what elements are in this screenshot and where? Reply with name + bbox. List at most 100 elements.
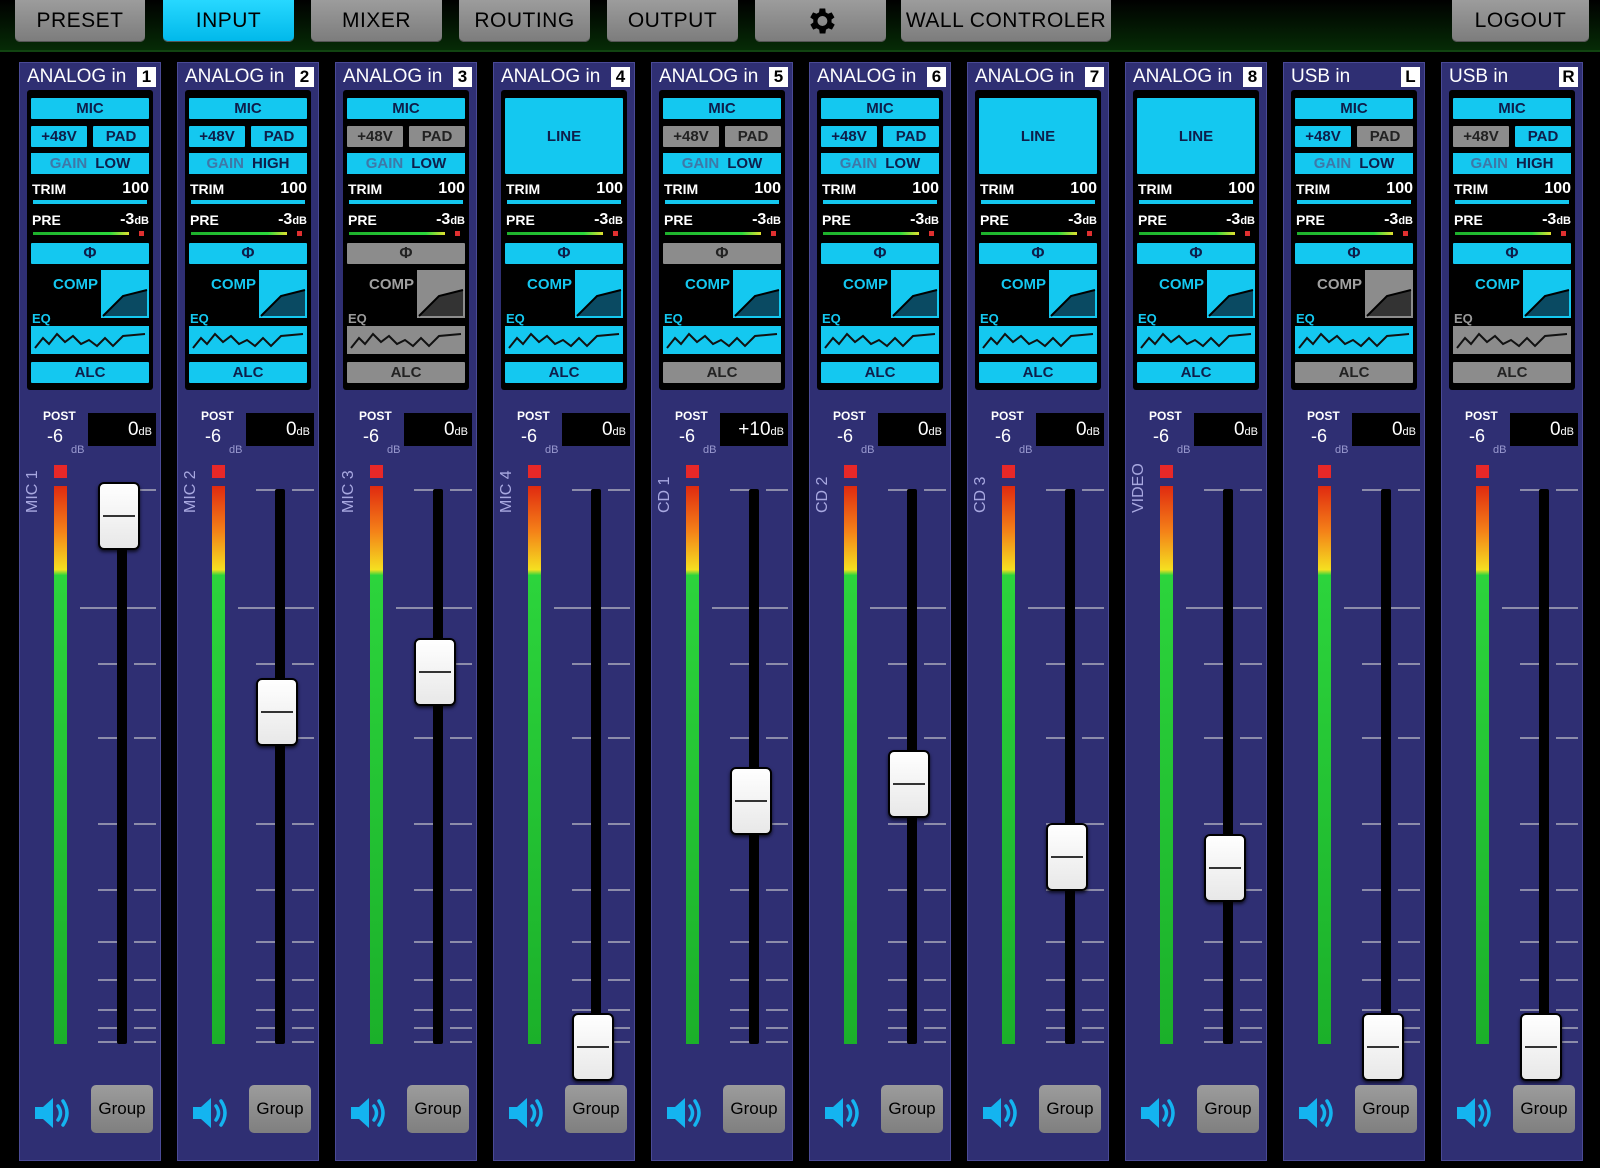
pad-button[interactable]: PAD [725,126,781,147]
eq-curve-button[interactable] [1137,326,1255,354]
group-button[interactable]: Group [1355,1085,1417,1133]
phase-invert-button[interactable]: Φ [31,243,149,264]
settings-button[interactable] [755,0,886,42]
fader-knob[interactable] [1204,834,1246,902]
fader-track[interactable] [1539,489,1549,1044]
gain-range-button[interactable]: GAIN HIGH [189,153,307,174]
group-button[interactable]: Group [565,1085,627,1133]
fader-gain-value[interactable]: 0dB [246,413,314,446]
eq-curve-button[interactable] [31,326,149,354]
mic-mode-button[interactable]: MIC [663,98,781,119]
speaker-mute-icon[interactable] [664,1093,706,1133]
fader-track[interactable] [1223,489,1233,1044]
pad-button[interactable]: PAD [251,126,307,147]
nav-logout-button[interactable]: LOGOUT [1452,0,1589,42]
alc-button[interactable]: ALC [663,362,781,383]
fader-gain-value[interactable]: 0dB [562,413,630,446]
pad-button[interactable]: PAD [1515,126,1571,147]
mic-mode-button[interactable]: MIC [821,98,939,119]
phase-invert-button[interactable]: Φ [189,243,307,264]
line-mode-button[interactable]: LINE [505,98,623,174]
trim-slider[interactable] [665,200,779,204]
alc-button[interactable]: ALC [1295,362,1413,383]
phantom-48v-button[interactable]: +48V [189,126,245,147]
phantom-48v-button[interactable]: +48V [31,126,87,147]
phantom-48v-button[interactable]: +48V [1453,126,1509,147]
alc-button[interactable]: ALC [31,362,149,383]
speaker-mute-icon[interactable] [822,1093,864,1133]
fader-gain-value[interactable]: 0dB [404,413,472,446]
phantom-48v-button[interactable]: +48V [663,126,719,147]
fader-knob[interactable] [414,638,456,706]
gain-range-button[interactable]: GAIN LOW [31,153,149,174]
alc-button[interactable]: ALC [505,362,623,383]
nav-preset-button[interactable]: PRESET [15,0,145,42]
fader-knob[interactable] [98,482,140,550]
trim-slider[interactable] [191,200,305,204]
fader-track[interactable] [275,489,285,1044]
trim-slider[interactable] [33,200,147,204]
trim-slider[interactable] [507,200,621,204]
group-button[interactable]: Group [91,1085,153,1133]
fader-track[interactable] [1381,489,1391,1044]
mic-mode-button[interactable]: MIC [189,98,307,119]
fader-gain-value[interactable]: +10dB [720,413,788,446]
mic-mode-button[interactable]: MIC [31,98,149,119]
fader-track[interactable] [1065,489,1075,1044]
eq-curve-button[interactable] [1453,326,1571,354]
fader-knob[interactable] [730,767,772,835]
speaker-mute-icon[interactable] [32,1093,74,1133]
eq-curve-button[interactable] [821,326,939,354]
speaker-mute-icon[interactable] [1454,1093,1496,1133]
nav-output-button[interactable]: OUTPUT [607,0,738,42]
fader-knob[interactable] [256,678,298,746]
group-button[interactable]: Group [249,1085,311,1133]
gain-range-button[interactable]: GAIN LOW [347,153,465,174]
trim-slider[interactable] [823,200,937,204]
phase-invert-button[interactable]: Φ [821,243,939,264]
group-button[interactable]: Group [1039,1085,1101,1133]
pad-button[interactable]: PAD [93,126,149,147]
phase-invert-button[interactable]: Φ [1295,243,1413,264]
trim-slider[interactable] [1455,200,1569,204]
gain-range-button[interactable]: GAIN HIGH [1453,153,1571,174]
gain-range-button[interactable]: GAIN LOW [821,153,939,174]
gain-range-button[interactable]: GAIN LOW [663,153,781,174]
group-button[interactable]: Group [407,1085,469,1133]
fader-gain-value[interactable]: 0dB [1036,413,1104,446]
mic-mode-button[interactable]: MIC [1453,98,1571,119]
eq-curve-button[interactable] [347,326,465,354]
line-mode-button[interactable]: LINE [979,98,1097,174]
fader-gain-value[interactable]: 0dB [878,413,946,446]
pad-button[interactable]: PAD [883,126,939,147]
pad-button[interactable]: PAD [409,126,465,147]
speaker-mute-icon[interactable] [980,1093,1022,1133]
speaker-mute-icon[interactable] [190,1093,232,1133]
fader-gain-value[interactable]: 0dB [1510,413,1578,446]
fader-track[interactable] [433,489,443,1044]
trim-slider[interactable] [1297,200,1411,204]
fader-gain-value[interactable]: 0dB [1352,413,1420,446]
phantom-48v-button[interactable]: +48V [347,126,403,147]
speaker-mute-icon[interactable] [1296,1093,1338,1133]
eq-curve-button[interactable] [663,326,781,354]
fader-gain-value[interactable]: 0dB [1194,413,1262,446]
alc-button[interactable]: ALC [1137,362,1255,383]
trim-slider[interactable] [1139,200,1253,204]
pad-button[interactable]: PAD [1357,126,1413,147]
fader-knob[interactable] [572,1013,614,1081]
group-button[interactable]: Group [723,1085,785,1133]
group-button[interactable]: Group [1197,1085,1259,1133]
phase-invert-button[interactable]: Φ [979,243,1097,264]
mic-mode-button[interactable]: MIC [1295,98,1413,119]
speaker-mute-icon[interactable] [1138,1093,1180,1133]
phase-invert-button[interactable]: Φ [505,243,623,264]
phase-invert-button[interactable]: Φ [1453,243,1571,264]
fader-gain-value[interactable]: 0dB [88,413,156,446]
nav-input-button[interactable]: INPUT [163,0,294,42]
trim-slider[interactable] [981,200,1095,204]
fader-knob[interactable] [1362,1013,1404,1081]
speaker-mute-icon[interactable] [506,1093,548,1133]
eq-curve-button[interactable] [189,326,307,354]
eq-curve-button[interactable] [505,326,623,354]
